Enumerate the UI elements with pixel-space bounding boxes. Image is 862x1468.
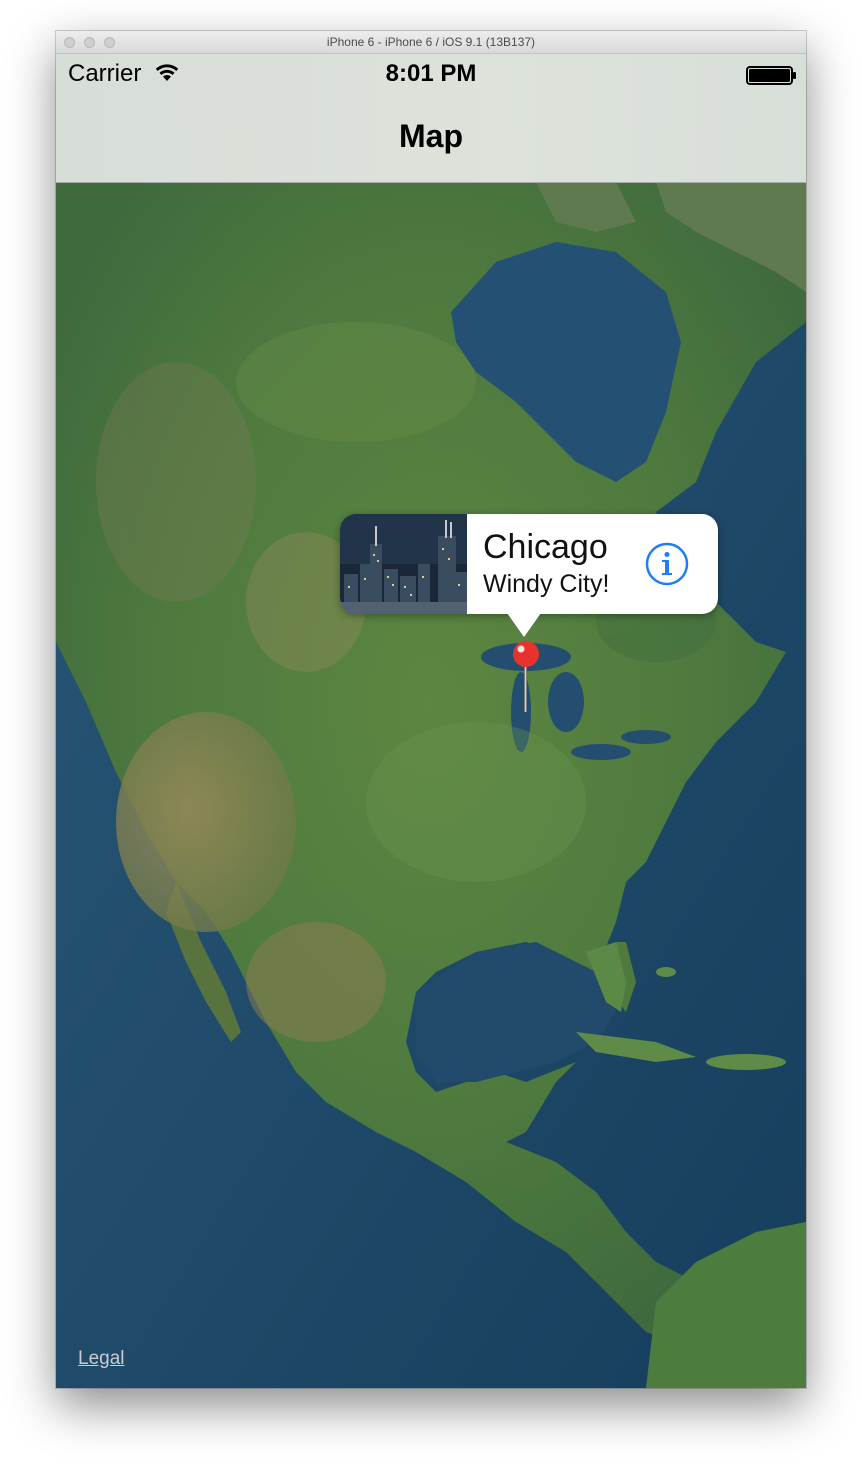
annotation-subtitle: Windy City!	[483, 570, 610, 598]
status-time: 8:01 PM	[385, 60, 477, 87]
callout-pointer	[507, 613, 541, 637]
legal-link[interactable]: Legal	[78, 1348, 125, 1370]
navigation-bar: Carrier 8:01 PM Map	[56, 54, 806, 183]
annotation-callout[interactable]: Chicago Windy City!	[340, 514, 718, 637]
window-title: iPhone 6 - iPhone 6 / iOS 9.1 (13B137)	[326, 35, 536, 49]
info-icon[interactable]	[645, 542, 689, 586]
mexico-highlands	[246, 922, 386, 1042]
map-pin-icon[interactable]	[511, 640, 541, 712]
window-titlebar: iPhone 6 - iPhone 6 / iOS 9.1 (13B137)	[56, 31, 806, 54]
annotation-title: Chicago	[483, 528, 608, 566]
device-screen: Carrier 8:01 PM Map Legal Chicago Windy …	[56, 54, 806, 1388]
battery-icon	[746, 66, 796, 85]
simulator-window: iPhone 6 - iPhone 6 / iOS 9.1 (13B137) C…	[56, 31, 806, 1388]
chicago-skyline-thumbnail	[340, 514, 467, 614]
desert-region	[116, 712, 296, 932]
satellite-map[interactable]	[56, 182, 806, 1388]
page-title: Map	[399, 118, 463, 154]
